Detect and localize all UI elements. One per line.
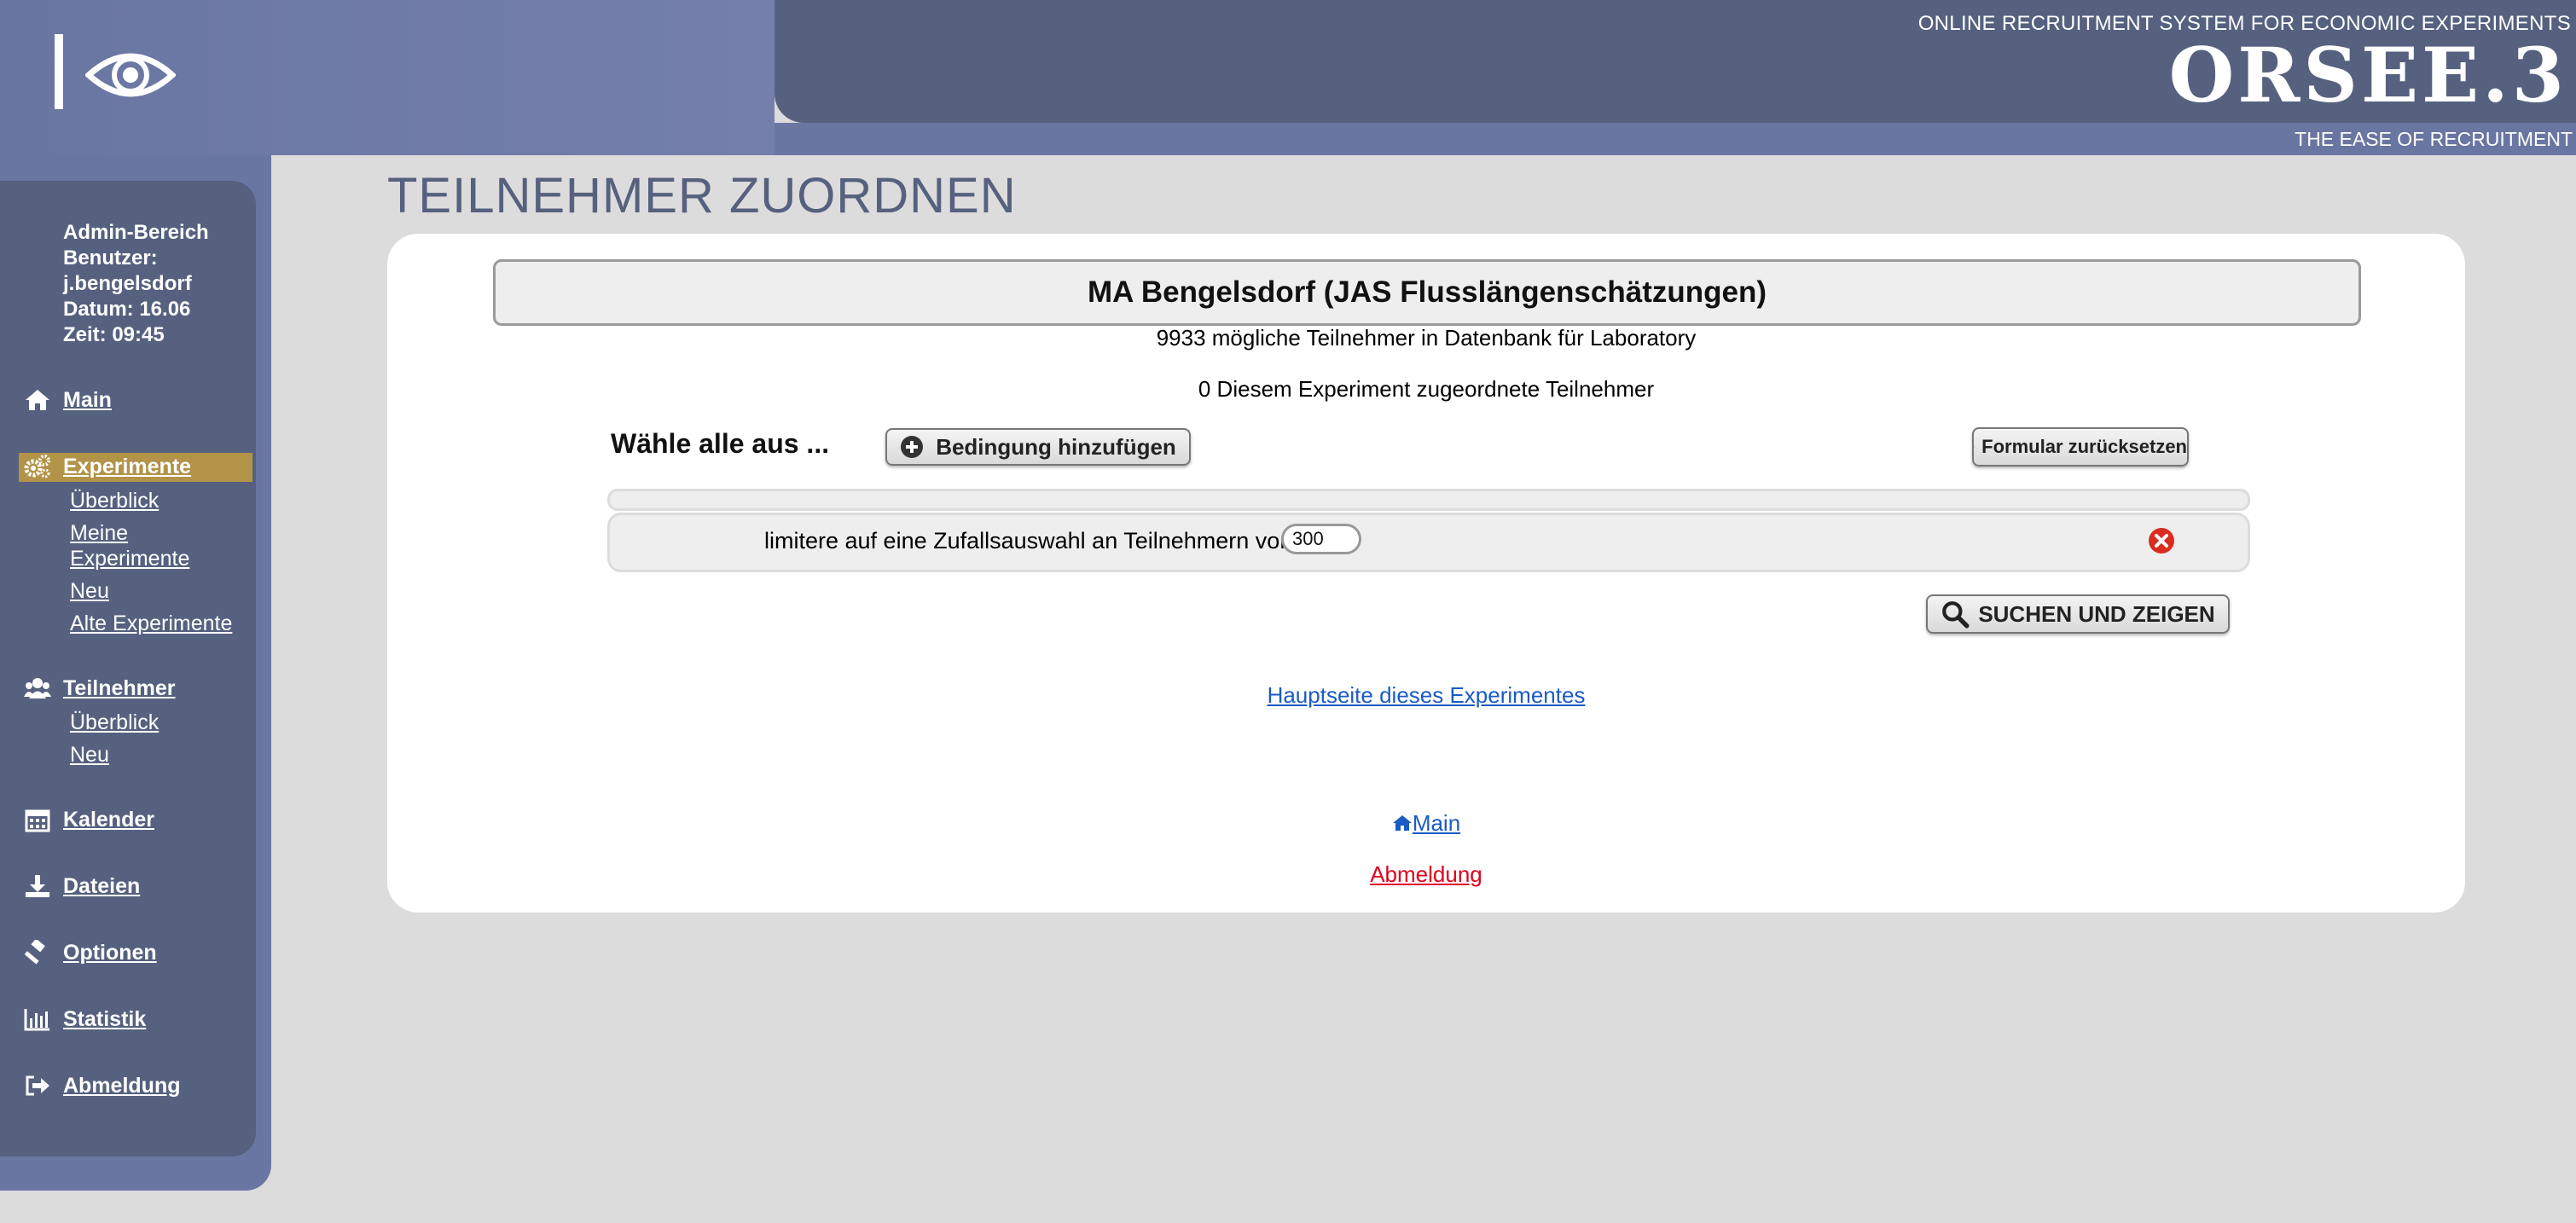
search-and-show-button[interactable]: SUCHEN UND ZEIGEN	[1926, 594, 2230, 634]
plus-circle-icon	[901, 436, 924, 458]
main-link-text: Main	[1412, 810, 1461, 836]
date-label: Datum: 16.06	[63, 298, 191, 321]
sidebar-item-main[interactable]: Main	[24, 387, 112, 413]
limit-input[interactable]	[1281, 524, 1361, 554]
sidebar-subitem-teilnehmer-ueberblick[interactable]: Überblick	[70, 710, 159, 735]
conditions-container	[607, 489, 2250, 511]
sidebar-item-experimente[interactable]: Experimente	[24, 454, 191, 479]
add-condition-label: Bedingung hinzufügen	[936, 433, 1176, 460]
sidebar-subitem-meine-experimente[interactable]: Meine Experimente	[70, 520, 241, 571]
home-icon	[26, 390, 49, 410]
logout-link[interactable]: Abmeldung	[387, 861, 2465, 888]
search-and-show-label: SUCHEN UND ZEIGEN	[1978, 600, 2215, 627]
sidebar-item-teilnehmer[interactable]: Teilnehmer	[24, 675, 176, 701]
sidebar-item-label: Statistik	[63, 1006, 147, 1031]
gavel-icon	[24, 940, 45, 965]
sidebar-item-label: Dateien	[63, 873, 141, 898]
main-link[interactable]: Main	[387, 810, 2465, 837]
time-label: Zeit: 09:45	[63, 323, 165, 346]
eraser-icon	[1974, 446, 1976, 448]
add-condition-button[interactable]: Bedingung hinzufügen	[885, 428, 1191, 466]
calendar-icon	[25, 809, 50, 832]
bar-chart-icon	[24, 1009, 49, 1031]
select-all-label[interactable]: Wähle alle aus ...	[611, 428, 829, 460]
experiment-main-page-link-text: Hauptseite dieses Experimentes	[1267, 682, 1586, 708]
sidebar-item-label: Main	[63, 387, 112, 412]
eye-icon	[85, 53, 176, 97]
remove-condition-icon[interactable]	[2148, 527, 2175, 554]
sidebar-item-statistik[interactable]: Statistik	[24, 1006, 146, 1032]
sidebar-item-kalender[interactable]: Kalender	[24, 807, 154, 832]
experiment-main-page-link[interactable]: Hauptseite dieses Experimentes	[387, 682, 2465, 709]
user-label: Benutzer:	[63, 246, 158, 270]
sidebar-subitem-alte-experimente[interactable]: Alte Experimente	[70, 611, 232, 636]
sidebar-item-abmeldung[interactable]: Abmeldung	[24, 1073, 181, 1098]
possible-participants-text: 9933 mögliche Teilnehmer in Datenbank fü…	[1156, 325, 1697, 351]
sidebar-item-label: Kalender	[63, 807, 154, 832]
sidebar-item-label: Abmeldung	[63, 1073, 181, 1098]
sidebar-item-optionen[interactable]: Optionen	[24, 940, 157, 965]
sidebar-subitem-neu[interactable]: Neu	[70, 578, 109, 604]
reset-form-button[interactable]: Formular zurücksetzen	[1972, 427, 2189, 467]
logout-link-text: Abmeldung	[1370, 861, 1482, 887]
users-icon	[24, 678, 51, 698]
sidebar-item-label: Experimente	[63, 454, 192, 478]
page-title: TEILNEHMER ZUORDNEN	[387, 168, 1017, 223]
sidebar-subitem-ueberblick[interactable]: Überblick	[70, 488, 159, 513]
limit-label: limitere auf eine Zufallsauswahl an Teil…	[764, 528, 1293, 554]
download-icon	[26, 875, 49, 897]
assigned-participants-text: 0 Diesem Experiment zugeordnete Teilnehm…	[1198, 376, 1655, 402]
home-icon	[1392, 815, 1412, 831]
reset-form-label: Formular zurücksetzen	[1981, 436, 2187, 457]
sidebar-item-label: Teilnehmer	[63, 675, 176, 700]
admin-info: Admin-Bereich Benutzer: j.bengelsdorf Da…	[63, 220, 209, 348]
sign-out-icon	[26, 1075, 49, 1096]
sidebar-item-label: Optionen	[63, 940, 157, 965]
sidebar-item-dateien[interactable]: Dateien	[24, 873, 140, 899]
sidebar-subitem-teilnehmer-neu[interactable]: Neu	[70, 742, 109, 768]
username: j.bengelsdorf	[63, 272, 192, 295]
experiment-title: MA Bengelsdorf (JAS Flusslängenschätzung…	[493, 259, 2361, 326]
admin-area-label: Admin-Bereich	[63, 221, 209, 244]
logo-bar	[55, 34, 63, 109]
brand-logo-text: ORSEE.3	[2168, 31, 2567, 119]
search-icon	[1942, 601, 1970, 629]
gears-icon	[24, 455, 50, 478]
header-tagline-bottom: THE EASE OF RECRUITMENT	[2295, 128, 2573, 150]
